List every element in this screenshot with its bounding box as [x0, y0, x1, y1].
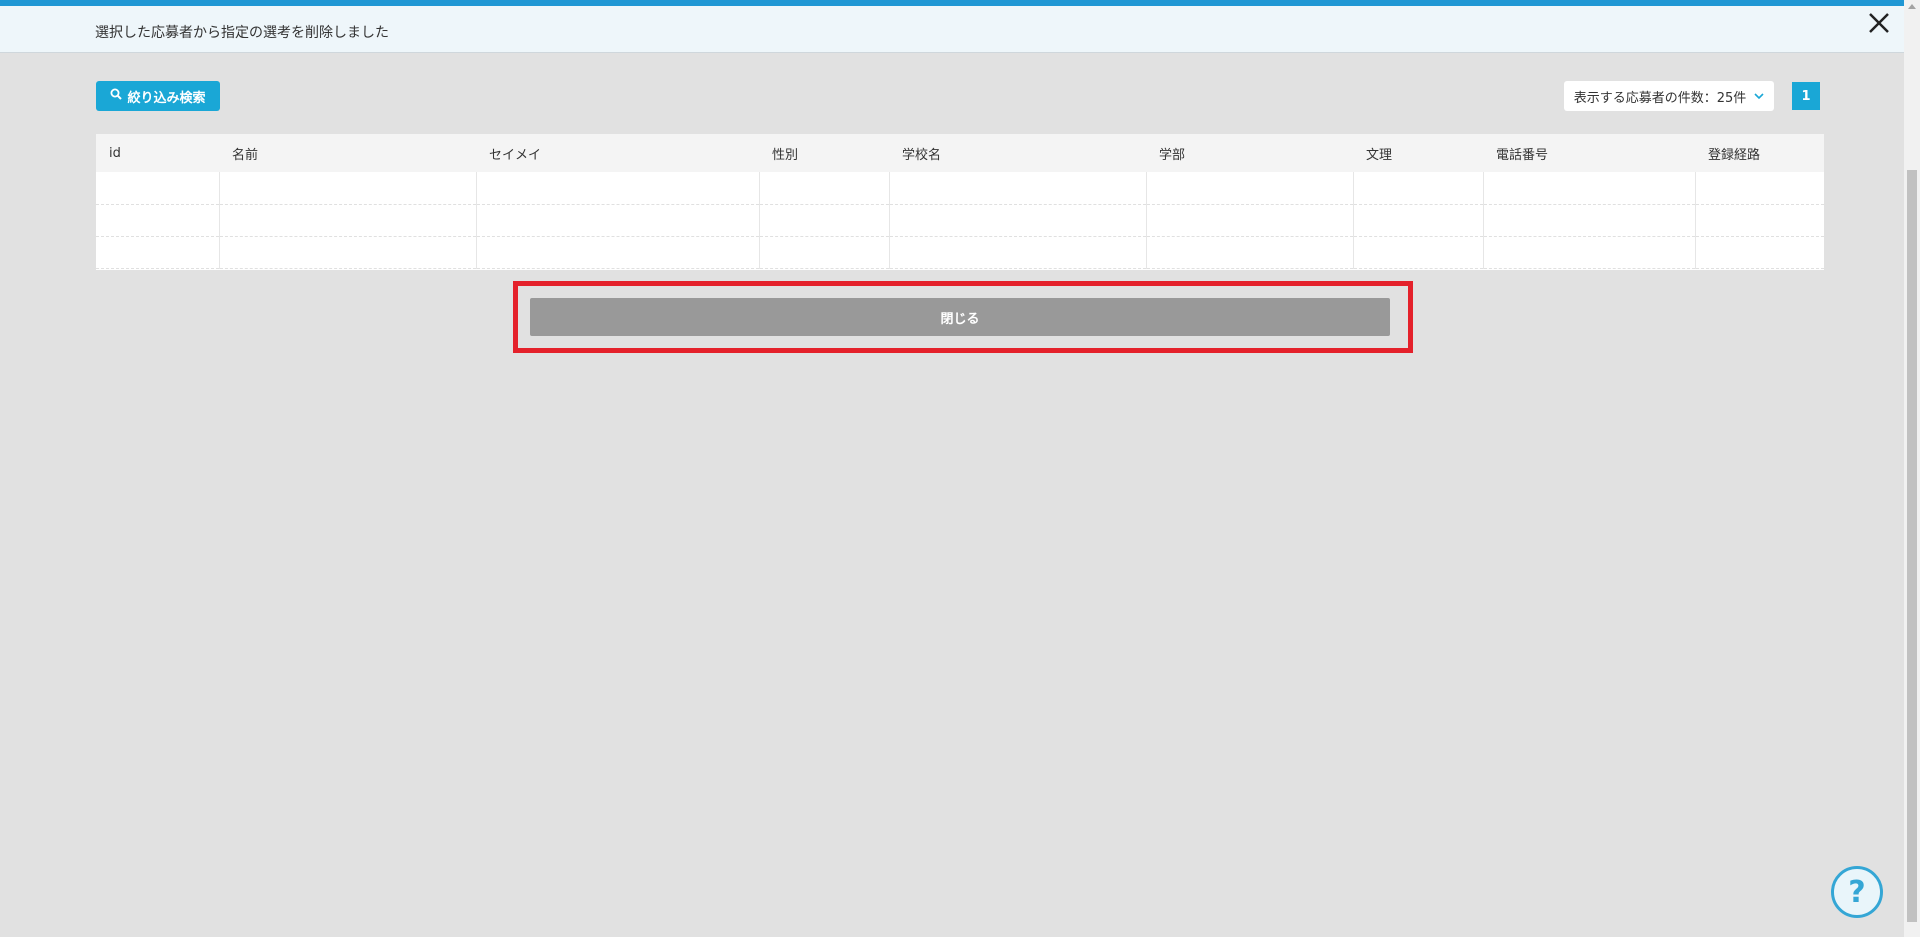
table-cell: [475, 172, 759, 205]
column-header-school[interactable]: 学校名: [889, 134, 1146, 172]
display-count-label: 表示する応募者の件数：25件: [1573, 90, 1747, 106]
table-row[interactable]: [96, 236, 1824, 269]
scroll-up-arrow-icon[interactable]: [1908, 4, 1916, 9]
table-cell: [888, 204, 1146, 237]
applicant-table: id 名前 セイメイ 性別 学校名 学部 文理 電話番号 登録経路: [96, 134, 1824, 270]
table-cell: [1352, 236, 1483, 269]
table-cell: [888, 172, 1146, 205]
table-cell: [1145, 204, 1353, 237]
close-x-icon[interactable]: [1866, 10, 1892, 36]
table-cell: [218, 236, 476, 269]
column-header-phone[interactable]: 電話番号: [1483, 134, 1695, 172]
notification-message: 選択した応募者から指定の選考を削除しました: [95, 25, 389, 41]
table-cell: [218, 204, 476, 237]
search-icon: [110, 88, 123, 104]
table-cell: [1145, 236, 1353, 269]
table-cell: [96, 204, 219, 237]
column-header-gender[interactable]: 性別: [759, 134, 889, 172]
table-cell: [1482, 172, 1695, 205]
table-cell: [475, 236, 759, 269]
vertical-scrollbar[interactable]: [1904, 0, 1920, 937]
table-cell: [96, 172, 219, 205]
filter-search-label: 絞り込み検索: [127, 90, 206, 106]
table-row[interactable]: [96, 172, 1824, 205]
table-cell: [218, 172, 476, 205]
chevron-down-icon: [1754, 89, 1764, 104]
table-cell: [96, 236, 219, 269]
close-button[interactable]: 閉じる: [530, 298, 1390, 336]
table-cell: [1694, 204, 1824, 237]
table-cell: [758, 172, 889, 205]
table-cell: [1352, 172, 1483, 205]
column-header-id[interactable]: id: [96, 134, 219, 172]
table-cell: [1694, 236, 1824, 269]
column-header-faculty[interactable]: 学部: [1146, 134, 1353, 172]
table-cell: [1694, 172, 1824, 205]
table-cell: [888, 236, 1146, 269]
table-cell: [1352, 204, 1483, 237]
help-icon[interactable]: ?: [1831, 866, 1883, 918]
scrollbar-thumb[interactable]: [1907, 170, 1917, 922]
filter-search-button[interactable]: 絞り込み検索: [96, 81, 220, 111]
help-label: ?: [1848, 874, 1866, 910]
table-cell: [1482, 204, 1695, 237]
table-header-row: id 名前 セイメイ 性別 学校名 学部 文理 電話番号 登録経路: [96, 134, 1824, 172]
table-cell: [758, 204, 889, 237]
notification-bar: 選択した応募者から指定の選考を削除しました: [0, 6, 1904, 53]
display-count-select[interactable]: 表示する応募者の件数：25件: [1564, 81, 1774, 111]
table-row[interactable]: [96, 204, 1824, 237]
pagination-page-button[interactable]: 1: [1792, 82, 1820, 110]
table-cell: [1145, 172, 1353, 205]
column-header-kana[interactable]: セイメイ: [476, 134, 759, 172]
column-header-field[interactable]: 文理: [1353, 134, 1483, 172]
column-header-source[interactable]: 登録経路: [1695, 134, 1824, 172]
table-cell: [1482, 236, 1695, 269]
table-cell: [758, 236, 889, 269]
table-cell: [475, 204, 759, 237]
column-header-name[interactable]: 名前: [219, 134, 476, 172]
